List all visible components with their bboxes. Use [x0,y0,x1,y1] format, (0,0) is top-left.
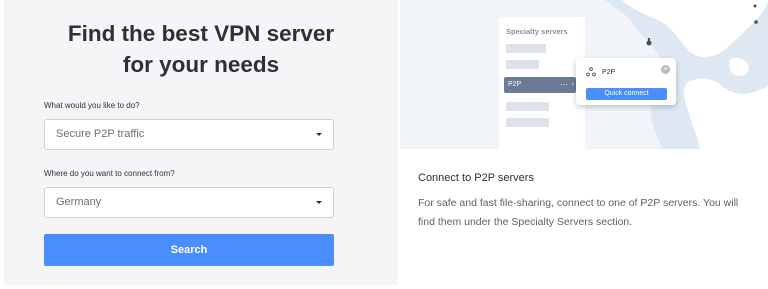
placeholder-bar [506,118,549,127]
location-question-label: Where do you want to connect from? [44,169,175,178]
location-select-value: Germany [56,196,102,208]
placeholder-bar [506,60,539,69]
activity-question-label: What would you like to do? [44,101,140,110]
page-title: Find the best VPN server for your needs [4,18,398,80]
title-line-2: for your needs [122,52,280,77]
finder-panel: Find the best VPN server for your needs … [4,0,398,285]
specialty-servers-label: Specialty servers [506,27,568,36]
p2p-server-item[interactable]: P2P ⋯ › [504,77,576,93]
quick-connect-button[interactable]: Quick connect [586,88,667,100]
chevron-down-icon [316,201,322,204]
info-description: For safe and fast file-sharing, connect … [418,197,739,228]
location-select[interactable]: Germany [44,187,334,218]
server-list-panel: Specialty servers P2P ⋯ › [499,17,585,149]
info-title: Connect to P2P servers [418,172,534,184]
p2p-icon [586,67,596,79]
chevron-right-icon: › [571,81,574,88]
vpn-server-finder: Find the best VPN server for your needs … [0,0,768,289]
placeholder-bar [506,102,549,111]
chevron-down-icon [316,133,322,136]
app-preview-illustration: Specialty servers P2P ⋯ › P2P × Quick co [400,0,768,149]
title-line-1: Find the best VPN server [67,21,335,46]
placeholder-bar [506,44,546,53]
popup-title: P2P [602,69,616,76]
p2p-popup: P2P × Quick connect [576,58,676,105]
search-button[interactable]: Search [44,234,334,266]
more-options-icon[interactable]: ⋯ [560,77,568,93]
p2p-server-label: P2P [508,81,522,88]
info-panel: Connect to P2P servers For safe and fast… [400,149,768,285]
activity-select-value: Secure P2P traffic [56,128,145,140]
close-icon[interactable]: × [661,65,670,74]
activity-select[interactable]: Secure P2P traffic [44,119,334,150]
